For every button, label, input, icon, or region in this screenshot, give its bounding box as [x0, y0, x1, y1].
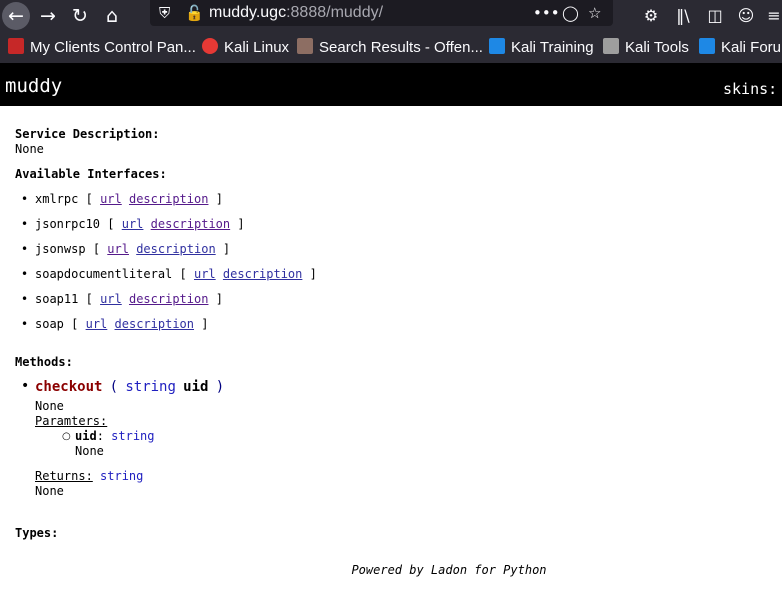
extension-gear-icon[interactable]: ⚙: [640, 3, 662, 29]
page-title: muddy: [5, 75, 63, 97]
returns-type: string: [100, 469, 144, 483]
bookmark-search-results[interactable]: Search Results - Offen...: [297, 33, 483, 63]
method-item: • checkout ( string uid ) None Paramters…: [15, 378, 775, 499]
interface-url-link[interactable]: url: [100, 192, 122, 206]
shield-icon[interactable]: ⛨: [159, 0, 170, 26]
offsec-logo-icon: [297, 38, 313, 54]
param-item: ○ uid: string None: [35, 429, 775, 459]
list-item: jsonwsp [ url description ]: [15, 237, 775, 262]
skins-label: skins:: [723, 80, 778, 98]
bookmark-my-clients[interactable]: My Clients Control Pan...: [8, 33, 196, 63]
list-item: soapdocumentliteral [ url description ]: [15, 262, 775, 287]
bookmarks-bar: My Clients Control Pan... Kali Linux Sea…: [0, 33, 782, 63]
library-icon[interactable]: ‖\: [672, 3, 694, 29]
back-arrow-icon[interactable]: ←: [2, 2, 30, 30]
kali-forum-icon: [699, 38, 715, 54]
kali-training-icon: [489, 38, 505, 54]
page-header: muddy skins:: [0, 63, 782, 106]
url-text[interactable]: muddy.ugc:8888/muddy/: [209, 0, 383, 26]
interface-description-link[interactable]: description: [151, 217, 230, 231]
service-description-value: None: [15, 142, 44, 156]
interface-url-link[interactable]: url: [86, 317, 108, 331]
method-signature: checkout ( string uid ): [35, 379, 225, 395]
param-name: uid: [75, 429, 97, 443]
service-description-label: Service Description:: [15, 127, 160, 141]
url-bar[interactable]: ⛨ 🔓 muddy.ugc:8888/muddy/ ••• ◯ ☆: [150, 0, 613, 26]
more-dots-icon[interactable]: •••: [533, 0, 560, 26]
menu-icon[interactable]: ≡: [763, 3, 782, 29]
arg-name: uid: [183, 379, 209, 395]
bookmark-kali-linux[interactable]: Kali Linux: [202, 33, 289, 63]
browser-toolbar: ← → ↻ ⌂ ⛨ 🔓 muddy.ugc:8888/muddy/ ••• ◯ …: [0, 0, 782, 33]
interface-url-link[interactable]: url: [122, 217, 144, 231]
home-icon[interactable]: ⌂: [99, 3, 125, 29]
list-item: xmlrpc [ url description ]: [15, 187, 775, 212]
list-item: soap [ url description ]: [15, 312, 775, 337]
interface-description-link[interactable]: description: [129, 192, 208, 206]
param-doc: None: [75, 444, 104, 458]
account-icon[interactable]: ☺: [735, 3, 757, 29]
interface-description-link[interactable]: description: [115, 317, 194, 331]
returns-label: Returns:: [35, 469, 93, 483]
interface-url-link[interactable]: url: [194, 267, 216, 281]
param-type: string: [111, 429, 155, 443]
bookmark-kali-training[interactable]: Kali Training: [489, 33, 594, 63]
insecure-lock-icon[interactable]: 🔓: [185, 0, 204, 26]
reload-icon[interactable]: ↻: [67, 3, 93, 29]
types-label: Types:: [15, 526, 59, 540]
list-item: soap11 [ url description ]: [15, 287, 775, 312]
arg-type: string: [125, 379, 176, 395]
forward-arrow-icon[interactable]: →: [35, 3, 61, 29]
interface-description-link[interactable]: description: [136, 242, 215, 256]
red-panel-icon: [8, 38, 24, 54]
interface-description-link[interactable]: description: [223, 267, 302, 281]
sidebar-icon[interactable]: ◫: [704, 3, 726, 29]
pocket-icon[interactable]: ◯: [562, 0, 579, 26]
kali-dragon-icon: [603, 38, 619, 54]
available-interfaces-label: Available Interfaces:: [15, 167, 167, 181]
bookmark-kali-forum[interactable]: Kali Forum: [699, 33, 782, 63]
kali-logo-icon: [202, 38, 218, 54]
method-doc: None: [35, 399, 64, 413]
interfaces-list: xmlrpc [ url description ] jsonrpc10 [ u…: [15, 187, 775, 337]
params-label: Paramters:: [35, 414, 108, 428]
method-name: checkout: [35, 379, 103, 395]
interface-url-link[interactable]: url: [107, 242, 129, 256]
footer-text: Powered by Ladon for Python: [351, 563, 547, 577]
interface-description-link[interactable]: description: [129, 292, 208, 306]
page-content: Service Description: None Available Inte…: [15, 118, 775, 541]
methods-label: Methods:: [15, 355, 73, 369]
returns-doc: None: [35, 484, 64, 498]
bookmark-kali-tools[interactable]: Kali Tools: [603, 33, 689, 63]
bookmark-star-icon[interactable]: ☆: [588, 0, 601, 26]
list-item: jsonrpc10 [ url description ]: [15, 212, 775, 237]
interface-url-link[interactable]: url: [100, 292, 122, 306]
